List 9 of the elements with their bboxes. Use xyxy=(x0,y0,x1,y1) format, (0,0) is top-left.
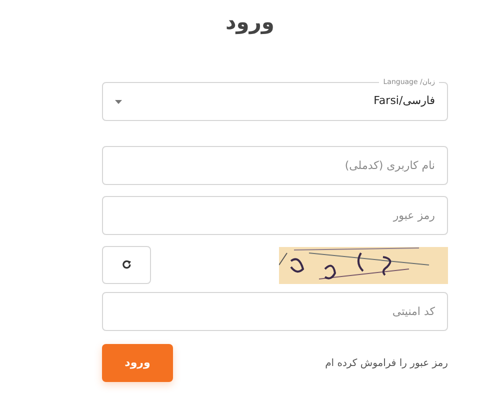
forgot-password-link[interactable]: رمز عبور را فراموش کرده ام xyxy=(325,356,448,370)
page-title: ورود xyxy=(226,9,274,36)
select-value: فارسی/Farsi xyxy=(374,93,435,110)
refresh-icon xyxy=(122,260,132,270)
refresh-button[interactable] xyxy=(102,246,151,284)
dropdown-caret-icon xyxy=(115,100,122,104)
password-field[interactable]: رمز عبور xyxy=(102,196,448,235)
username-field[interactable]: نام کاربری (کدملی) xyxy=(102,146,448,185)
security-code-field[interactable]: کد امنیتی xyxy=(102,292,448,331)
